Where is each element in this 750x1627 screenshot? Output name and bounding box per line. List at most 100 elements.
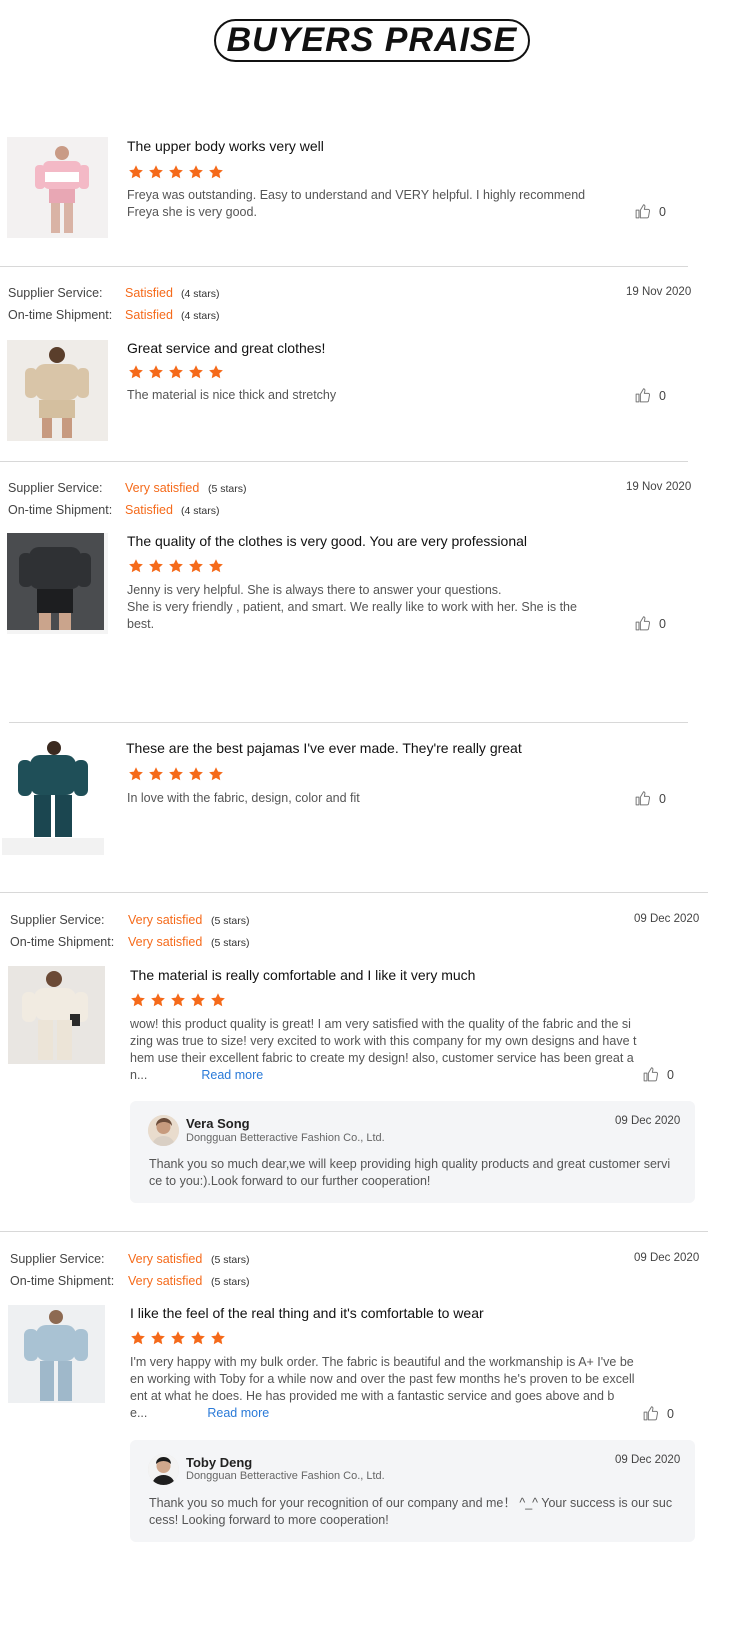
reply-company: Dongguan Betteractive Fashion Co., Ltd. [186, 1470, 385, 1482]
star-icon [190, 1330, 206, 1346]
review-text-line: e... [130, 1406, 148, 1420]
review-text-line: Jenny is very helpful. She is always the… [127, 583, 502, 597]
like-button[interactable]: 0 [634, 615, 666, 632]
on-time-shipment-value: Satisfied [125, 503, 173, 517]
thumbs-up-icon [634, 615, 651, 632]
thumbs-up-icon [634, 203, 651, 220]
product-thumbnail[interactable] [2, 738, 104, 855]
review-text-line: hem use their excellent fabric to create… [130, 1051, 634, 1065]
review-text-line: The material is nice thick and stretchy [127, 388, 337, 402]
review-text-line: best. [127, 617, 155, 631]
thumbs-up-icon [634, 387, 651, 404]
reply-text-line: Thank you so much dear,we will keep prov… [149, 1157, 671, 1171]
thumbs-up-icon [642, 1405, 659, 1422]
like-count: 0 [667, 1406, 674, 1421]
reply-author-name: Toby Deng [186, 1455, 253, 1470]
page-title-badge: BUYERS PRAISE [214, 19, 530, 62]
product-thumbnail[interactable] [7, 533, 108, 634]
star-icon [188, 164, 204, 180]
like-count: 0 [659, 791, 666, 806]
reply-text-line: cess! Looking forward to more cooperatio… [149, 1513, 389, 1527]
review-text-line: I'm very happy with my bulk order. The f… [130, 1355, 634, 1369]
on-time-shipment-label: On-time Shipment: [10, 935, 115, 949]
divider [0, 892, 708, 893]
reply-date: 09 Dec 2020 [615, 1115, 681, 1127]
star-icon [148, 558, 164, 574]
review-text-line: en working with Toby for a while now and… [130, 1372, 635, 1386]
divider [0, 461, 688, 462]
product-thumbnail[interactable] [7, 340, 108, 441]
star-icon [168, 766, 184, 782]
reply-text-line: ce to you:).Look forward to our further … [149, 1174, 431, 1188]
review-text-line: In love with the fabric, design, color a… [127, 791, 360, 805]
supplier-service-label: Supplier Service: [8, 286, 103, 300]
star-icon [150, 1330, 166, 1346]
on-time-shipment-label: On-time Shipment: [8, 308, 113, 322]
like-button[interactable]: 0 [634, 203, 666, 220]
star-icon [150, 992, 166, 1008]
supplier-service-stars: (5 stars) [211, 915, 250, 927]
divider [9, 722, 688, 723]
review-date: 09 Dec 2020 [634, 913, 700, 925]
reply-text-line: Thank you so much for your recognition o… [149, 1496, 673, 1510]
star-icon [168, 164, 184, 180]
supplier-service-stars: (5 stars) [208, 483, 247, 495]
on-time-shipment-value: Very satisfied [128, 935, 203, 949]
review-title: The quality of the clothes is very good.… [127, 533, 528, 549]
review-text: Freya was outstanding. Easy to understan… [127, 187, 607, 221]
product-thumbnail[interactable] [8, 966, 105, 1064]
star-icon [130, 992, 146, 1008]
on-time-shipment-value: Satisfied [125, 308, 173, 322]
star-icon [148, 364, 164, 380]
supplier-service-label: Supplier Service: [10, 913, 105, 927]
review-text-line: Freya she is very good. [127, 205, 257, 219]
star-icon [148, 766, 164, 782]
reply-author-name: Vera Song [186, 1116, 250, 1131]
star-icon [210, 1330, 226, 1346]
star-rating [128, 558, 224, 574]
star-icon [128, 558, 144, 574]
on-time-shipment-label: On-time Shipment: [8, 503, 113, 517]
star-icon [188, 766, 204, 782]
supplier-reply: Vera Song Dongguan Betteractive Fashion … [130, 1101, 695, 1203]
star-icon [208, 364, 224, 380]
review-text: The material is nice thick and stretchy [127, 387, 607, 404]
on-time-shipment-stars: (5 stars) [211, 937, 250, 949]
review-text: wow! this product quality is great! I am… [130, 1016, 650, 1084]
review-text-line: ent at what he does. He has provided me … [130, 1389, 615, 1403]
like-button[interactable]: 0 [642, 1405, 674, 1422]
reply-text: Thank you so much dear,we will keep prov… [149, 1156, 684, 1190]
on-time-shipment-value: Very satisfied [128, 1274, 203, 1288]
review-text-line: She is very friendly , patient, and smar… [127, 600, 577, 614]
like-count: 0 [667, 1067, 674, 1082]
supplier-service-value: Satisfied [125, 286, 173, 300]
like-button[interactable]: 0 [634, 790, 666, 807]
review-title: Great service and great clothes! [127, 340, 326, 356]
read-more-link[interactable]: Read more [207, 1406, 269, 1420]
review-text: I'm very happy with my bulk order. The f… [130, 1354, 650, 1422]
on-time-shipment-label: On-time Shipment: [10, 1274, 115, 1288]
like-count: 0 [659, 204, 666, 219]
star-icon [168, 558, 184, 574]
review-text-line: zing was true to size! very excited to w… [130, 1034, 637, 1048]
supplier-service-label: Supplier Service: [8, 481, 103, 495]
star-icon [188, 558, 204, 574]
star-icon [128, 164, 144, 180]
like-button[interactable]: 0 [642, 1066, 674, 1083]
star-icon [208, 558, 224, 574]
divider [0, 266, 688, 267]
star-icon [170, 1330, 186, 1346]
product-thumbnail[interactable] [7, 137, 108, 238]
review-date: 09 Dec 2020 [634, 1252, 700, 1264]
star-icon [148, 164, 164, 180]
like-button[interactable]: 0 [634, 387, 666, 404]
product-thumbnail[interactable] [8, 1305, 105, 1403]
on-time-shipment-stars: (4 stars) [181, 310, 220, 322]
supplier-service-value: Very satisfied [128, 1252, 203, 1266]
read-more-link[interactable]: Read more [201, 1068, 263, 1082]
star-rating [130, 992, 226, 1008]
star-icon [128, 766, 144, 782]
star-icon [128, 364, 144, 380]
like-count: 0 [659, 616, 666, 631]
review-title: The material is really comfortable and I… [130, 967, 476, 983]
